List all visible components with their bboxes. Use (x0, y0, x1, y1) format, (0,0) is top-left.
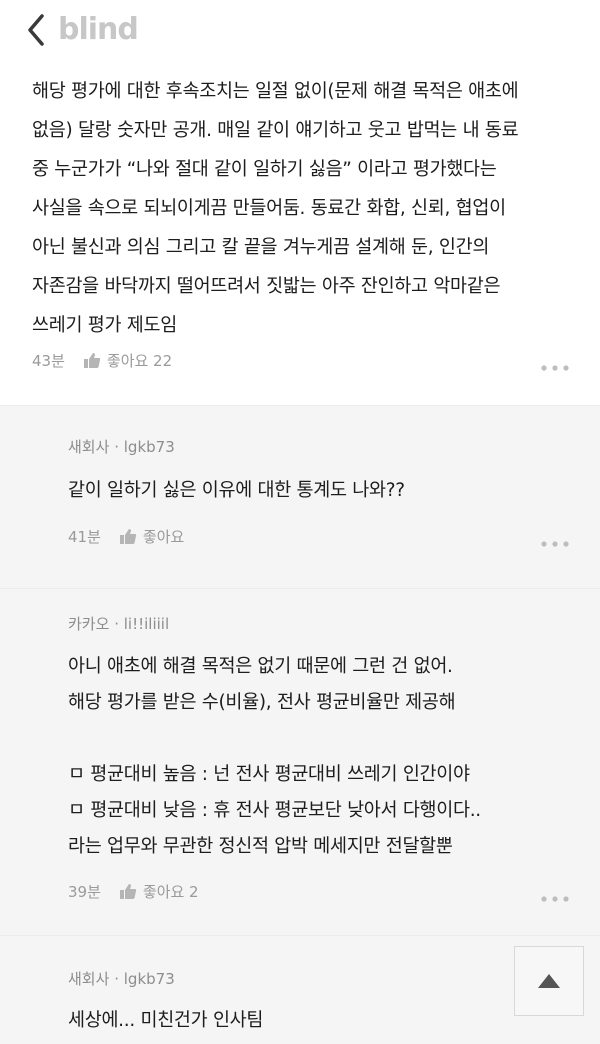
thumbs-up-icon (83, 353, 101, 368)
comment-line: 아닌 불신과 의심 그리고 칼 끝을 겨누게끔 설계해 둔, 인간의 (32, 237, 490, 258)
main-comment-text: 해당 평가에 대한 후속조치는 일절 없이(문제 해결 목적은 애초에 없음) … (32, 72, 572, 345)
reply-text: 아니 애초에 해결 목적은 없기 때문에 그런 건 없어. 해당 평가를 받은 … (68, 649, 568, 865)
author-separator: · (114, 970, 119, 988)
reply-meta: 41분 좋아요 (68, 526, 184, 547)
reply-company: 새회사 (68, 970, 110, 988)
reply-line (68, 721, 568, 757)
reply-line: 라는 업무와 무관한 정신적 압박 메세지만 전달할뿐 (68, 836, 453, 857)
triangle-up-icon (538, 974, 560, 988)
reply-author: 카카오 · li!!iliiil (68, 613, 169, 634)
reply-line: 같이 일하기 싫은 이유에 대한 통계도 나와?? (68, 480, 405, 501)
comment-line: 쓰레기 평가 제도임 (32, 315, 177, 336)
comment-line: 사실을 속으로 되뇌이게끔 만들어둠. 동료간 화합, 신뢰, 협업이 (32, 198, 506, 219)
more-dots-icon[interactable] (540, 895, 570, 903)
comment-meta: 43분 좋아요 22 (32, 350, 172, 371)
top-bar: blind (0, 0, 600, 62)
like-label: 좋아요 (142, 528, 185, 546)
reply-text: 같이 일하기 싫은 이유에 대한 통계도 나와?? (68, 476, 568, 506)
thumbs-up-icon (119, 529, 137, 544)
more-dots-icon[interactable] (540, 364, 570, 372)
comment-line: 자존감을 바닥까지 떨어뜨려서 짓밟는 아주 잔인하고 악마같은 (32, 276, 501, 297)
thumbs-up-icon (119, 884, 137, 899)
comment-line: 중 누군가가 “나와 절대 같이 일하기 싫음” 이라고 평가했다는 (32, 159, 497, 180)
reply-item: 카카오 · li!!iliiil 아니 애초에 해결 목적은 없기 때문에 그런… (0, 588, 600, 935)
reply-author: 새회사 · lgkb73 (68, 968, 175, 989)
reply-company: 카카오 (68, 615, 110, 633)
reply-company: 새회사 (68, 438, 110, 456)
author-separator: · (114, 615, 119, 633)
comment-time: 43분 (32, 352, 65, 370)
scroll-to-top-button[interactable] (514, 946, 584, 1016)
reply-username[interactable]: lgkb73 (124, 970, 175, 988)
main-comment: 해당 평가에 대한 후속조치는 일절 없이(문제 해결 목적은 애초에 없음) … (0, 62, 600, 404)
reply-item: 새회사 · lgkb73 세상에... 미친건가 인사팀 (0, 935, 600, 1044)
like-label: 좋아요 2 (142, 883, 199, 901)
comment-line: 없음) 달랑 숫자만 공개. 매일 같이 얘기하고 웃고 밥먹는 내 동료 (32, 120, 519, 141)
author-separator: · (114, 438, 119, 456)
reply-time: 41분 (68, 528, 101, 546)
reply-item: 새회사 · lgkb73 같이 일하기 싫은 이유에 대한 통계도 나와?? 4… (0, 405, 600, 588)
comment-line: 해당 평가에 대한 후속조치는 일절 없이(문제 해결 목적은 애초에 (32, 81, 519, 102)
reply-line: ㅁ 평균대비 높음 : 넌 전사 평균대비 쓰레기 인간이야 (68, 764, 470, 785)
reply-author: 새회사 · lgkb73 (68, 436, 175, 457)
like-button[interactable]: 좋아요 2 (119, 881, 199, 902)
reply-time: 39분 (68, 883, 101, 901)
reply-line: 아니 애초에 해결 목적은 없기 때문에 그런 건 없어. (68, 656, 453, 677)
reply-meta: 39분 좋아요 2 (68, 881, 199, 902)
like-label: 좋아요 22 (106, 352, 173, 370)
like-button[interactable]: 좋아요 (119, 526, 184, 547)
reply-username[interactable]: lgkb73 (124, 438, 175, 456)
reply-line: ㅁ 평균대비 낮음 : 휴 전사 평균보단 낮아서 다행이다.. (68, 800, 481, 821)
chevron-left-icon[interactable] (22, 10, 52, 50)
brand-logo: blind (58, 12, 139, 47)
reply-line: 해당 평가를 받은 수(비율), 전사 평균비율만 제공해 (68, 692, 456, 713)
reply-line: 세상에... 미친건가 인사팀 (68, 1010, 264, 1031)
more-dots-icon[interactable] (540, 540, 570, 548)
reply-username[interactable]: li!!iliiil (124, 615, 169, 633)
reply-text: 세상에... 미친건가 인사팀 (68, 1006, 568, 1036)
like-button[interactable]: 좋아요 22 (83, 350, 172, 371)
